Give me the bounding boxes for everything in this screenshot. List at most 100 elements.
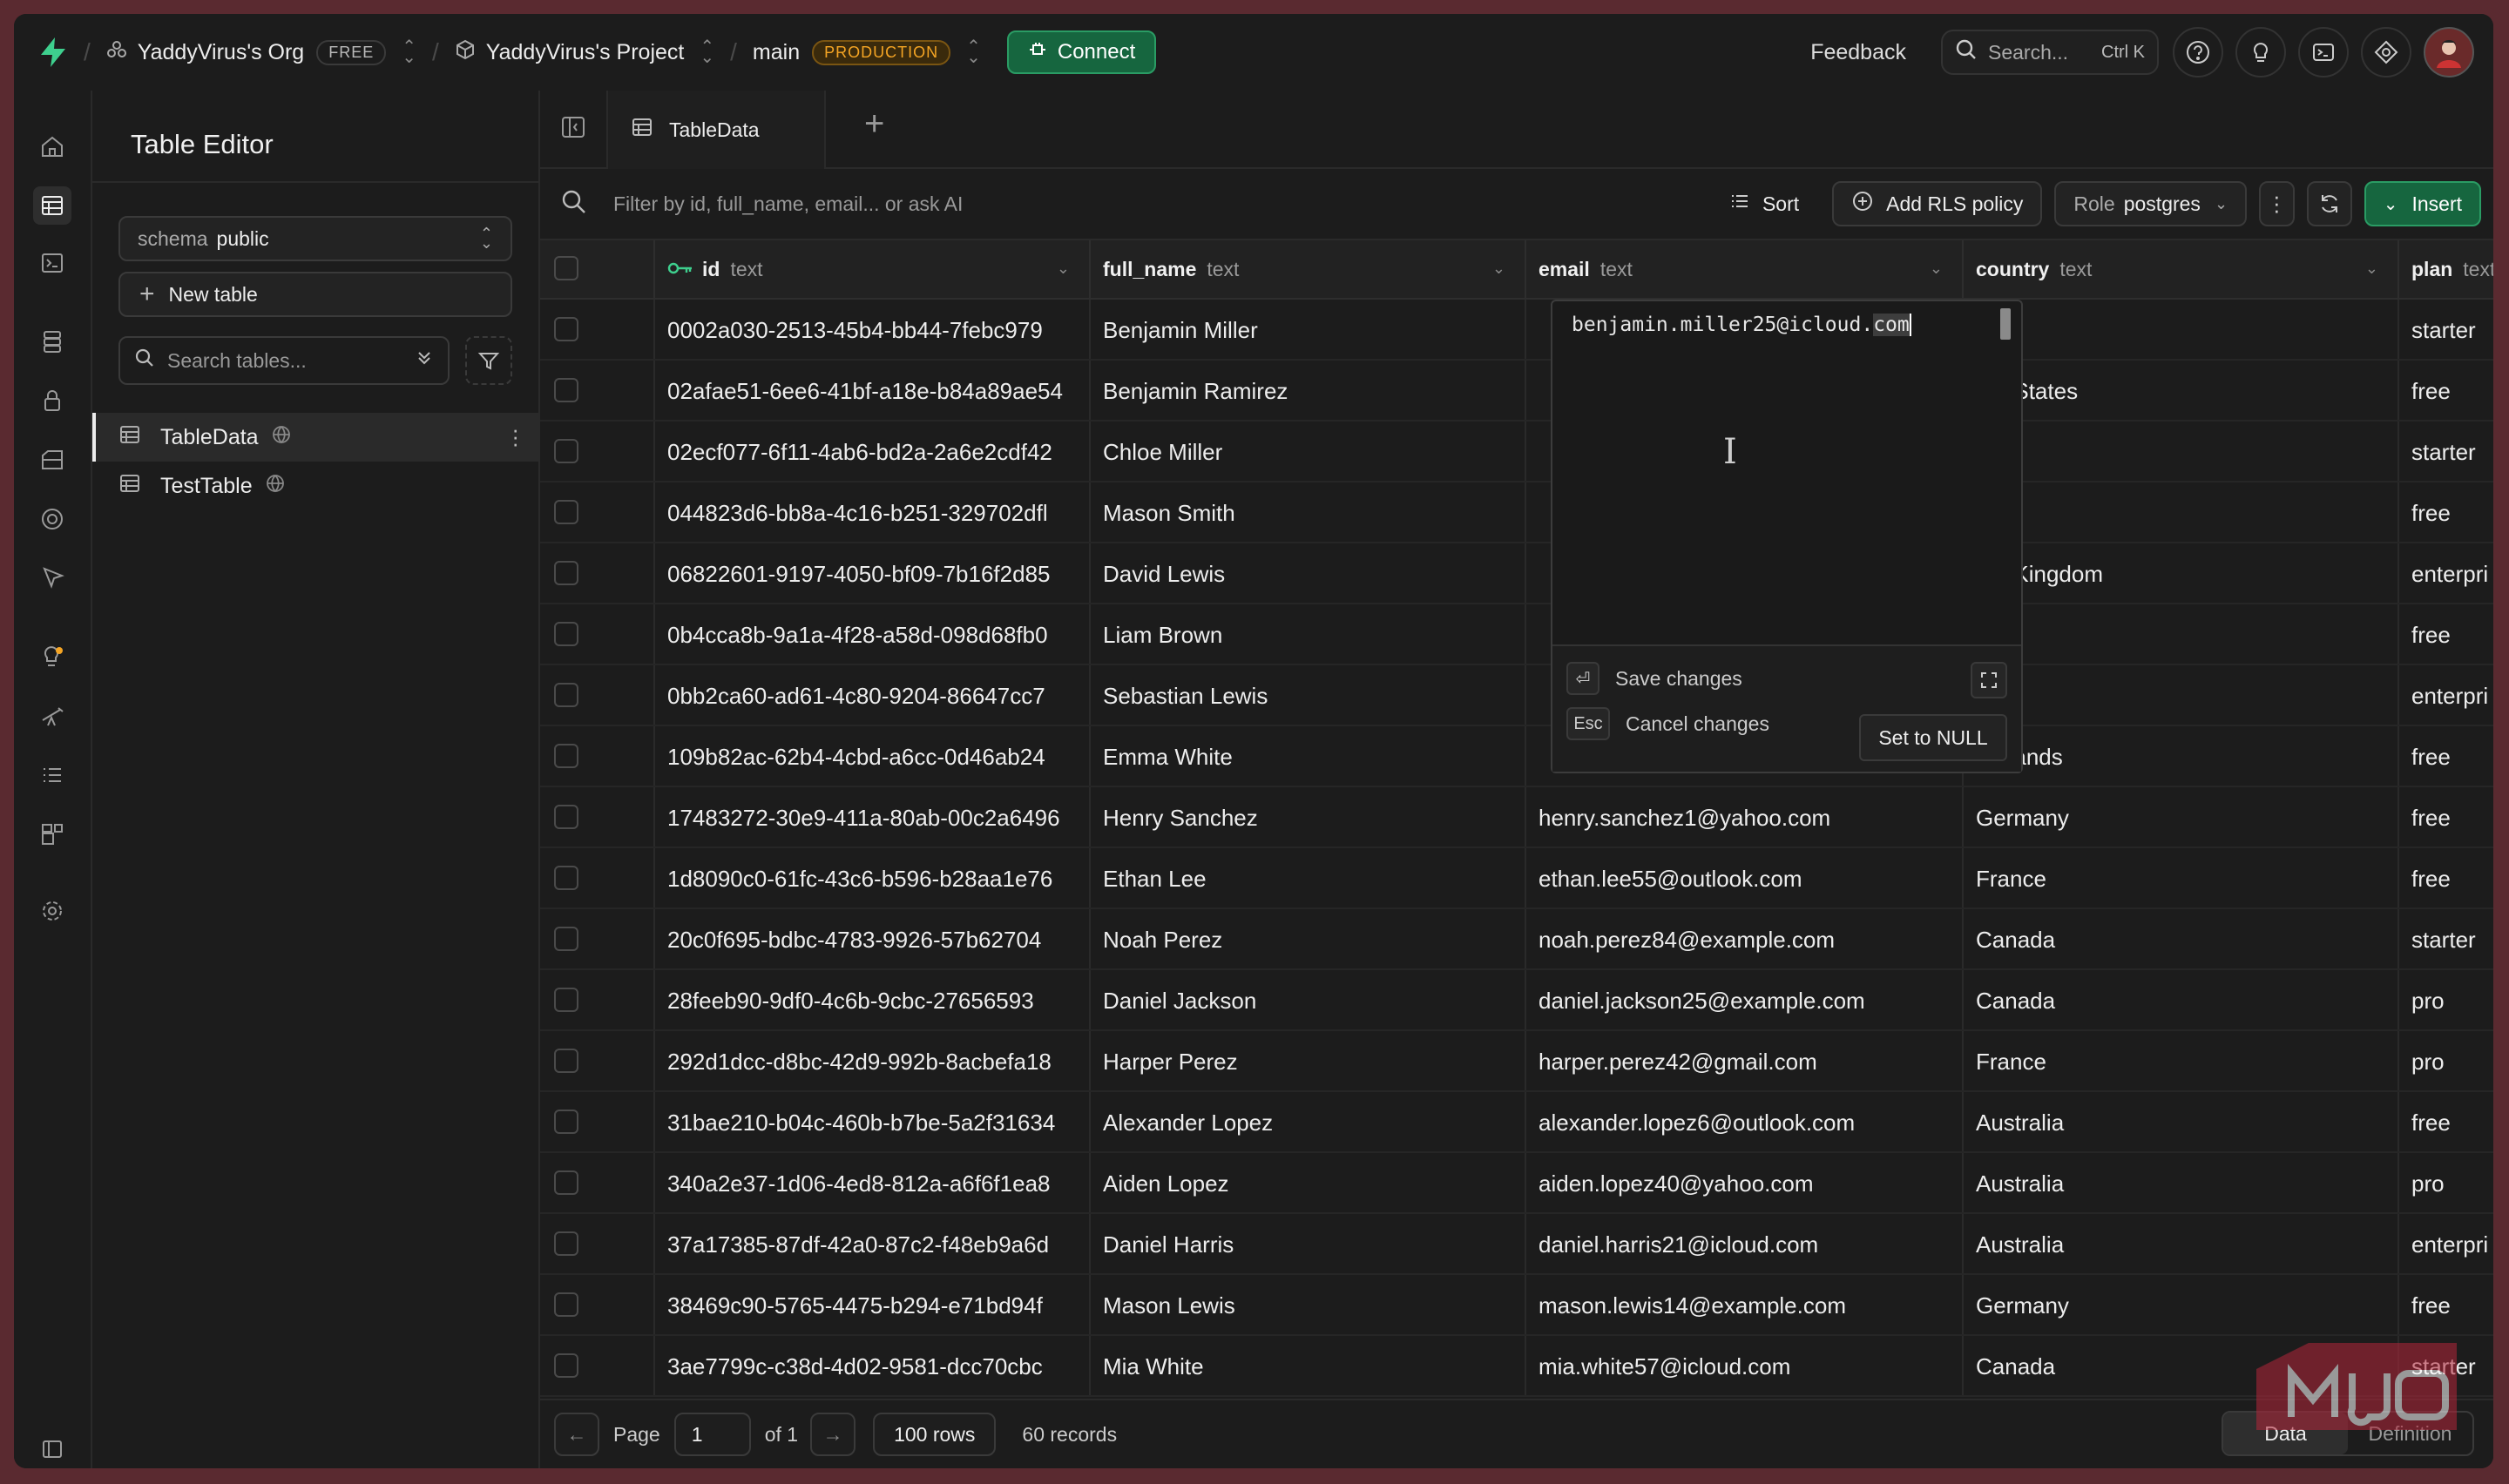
cell-country[interactable]: Australia bbox=[1964, 1153, 2399, 1214]
cell-plan[interactable]: pro bbox=[2399, 1153, 2493, 1214]
more-vertical-icon[interactable]: · · · bbox=[511, 418, 519, 455]
cell-id[interactable]: 02ecf077-6f11-4ab6-bd2a-2a6e2cdf42 bbox=[655, 422, 1091, 482]
logs-icon[interactable] bbox=[33, 756, 71, 794]
cell-email[interactable]: daniel.jackson25@example.com bbox=[1526, 970, 1964, 1031]
cell-id[interactable]: 1d8090c0-61fc-43c6-b596-b28aa1e76 bbox=[655, 848, 1091, 909]
expand-icon[interactable] bbox=[1971, 662, 2007, 698]
chevron-down-icon[interactable]: ⌄ bbox=[1057, 260, 1070, 278]
save-changes-button[interactable]: Save changes bbox=[1615, 667, 1742, 691]
cell-full-name[interactable]: Chloe Miller bbox=[1091, 422, 1526, 482]
cell-full-name[interactable]: Emma White bbox=[1091, 726, 1526, 787]
lightbulb-icon[interactable] bbox=[2235, 27, 2286, 78]
insert-button[interactable]: ⌄ Insert bbox=[2364, 181, 2481, 226]
cell-country[interactable]: France bbox=[1964, 1031, 2399, 1092]
next-page-arrow-icon[interactable]: → bbox=[810, 1413, 856, 1456]
cell-full-name[interactable]: Mia White bbox=[1091, 1336, 1526, 1397]
help-icon[interactable] bbox=[2173, 27, 2223, 78]
settings-gear-icon[interactable] bbox=[33, 892, 71, 930]
cell-plan[interactable]: starter bbox=[2399, 300, 2493, 361]
tab-tabledata[interactable]: TableData bbox=[606, 91, 826, 169]
integrations-icon[interactable] bbox=[33, 815, 71, 853]
select-all-checkbox[interactable] bbox=[554, 256, 578, 280]
terminal-icon[interactable] bbox=[2298, 27, 2349, 78]
cell-id[interactable]: 20c0f695-bdbc-4783-9926-57b62704 bbox=[655, 909, 1091, 970]
connect-button[interactable]: Connect bbox=[1006, 30, 1157, 74]
global-search[interactable]: Search... Ctrl K bbox=[1941, 30, 2159, 75]
cell-id[interactable]: 28feeb90-9df0-4c6b-9cbc-27656593 bbox=[655, 970, 1091, 1031]
cell-country[interactable]: pan bbox=[1964, 482, 2399, 543]
cell-full-name[interactable]: Mason Smith bbox=[1091, 482, 1526, 543]
role-selector[interactable]: Role postgres ⌄ bbox=[2054, 181, 2248, 226]
cell-id[interactable]: 06822601-9197-4050-bf09-7b16f2d85 bbox=[655, 543, 1091, 604]
sort-button[interactable]: Sort bbox=[1729, 191, 1799, 217]
column-header-id[interactable]: id text ⌄ bbox=[655, 240, 1091, 298]
chevron-down-icon[interactable]: ⌄ bbox=[1492, 260, 1505, 278]
cell-full-name[interactable]: Benjamin Ramirez bbox=[1091, 361, 1526, 422]
cell-full-name[interactable]: Liam Brown bbox=[1091, 604, 1526, 665]
advisors-icon[interactable] bbox=[33, 637, 71, 676]
column-header-full-name[interactable]: full_name text ⌄ bbox=[1091, 240, 1526, 298]
cell-country[interactable]: ia bbox=[1964, 604, 2399, 665]
table-item-tabledata[interactable]: TableData · · · bbox=[92, 413, 538, 462]
cell-id[interactable]: 340a2e37-1d06-4ed8-812a-a6f6f1ea8 bbox=[655, 1153, 1091, 1214]
auth-lock-icon[interactable] bbox=[33, 381, 71, 420]
edge-functions-icon[interactable] bbox=[33, 500, 71, 538]
cell-id[interactable]: 0002a030-2513-45b4-bb44-7febc979 bbox=[655, 300, 1091, 361]
page-number-input[interactable]: 1 bbox=[673, 1413, 751, 1456]
schema-selector[interactable]: schema public ⌃ ⌄ bbox=[118, 216, 512, 261]
cell-country[interactable]: zil bbox=[1964, 422, 2399, 482]
cell-plan[interactable]: pro bbox=[2399, 1031, 2493, 1092]
rows-per-page-select[interactable]: 100 rows bbox=[873, 1413, 997, 1456]
cell-country[interactable]: zil bbox=[1964, 300, 2399, 361]
project-switcher[interactable]: YaddyVirus's Project ⌃ ⌄ bbox=[455, 38, 714, 66]
cell-country[interactable]: Germany bbox=[1964, 787, 2399, 848]
cell-id[interactable]: 31bae210-b04c-460b-b7be-5a2f31634 bbox=[655, 1092, 1091, 1153]
cell-full-name[interactable]: Daniel Jackson bbox=[1091, 970, 1526, 1031]
cell-plan[interactable]: enterpri bbox=[2399, 1214, 2493, 1275]
cell-plan[interactable]: free bbox=[2399, 726, 2493, 787]
cell-id[interactable]: 044823d6-bb8a-4c16-b251-329702dfl bbox=[655, 482, 1091, 543]
cell-country[interactable]: Canada bbox=[1964, 909, 2399, 970]
cell-plan[interactable]: free bbox=[2399, 482, 2493, 543]
chevron-down-icon[interactable]: ⌄ bbox=[2365, 260, 2378, 278]
cell-plan[interactable]: enterpri bbox=[2399, 665, 2493, 726]
cell-id[interactable]: 109b82ac-62b4-4cbd-a6cc-0d46ab24 bbox=[655, 726, 1091, 787]
table-editor-icon[interactable] bbox=[33, 186, 71, 225]
refresh-icon[interactable] bbox=[2306, 181, 2352, 226]
new-table-button[interactable]: + New table bbox=[118, 272, 512, 317]
set-to-null-button[interactable]: Set to NULL bbox=[1859, 714, 2007, 761]
cell-country[interactable]: Australia bbox=[1964, 1092, 2399, 1153]
cancel-changes-button[interactable]: Cancel changes bbox=[1626, 712, 1769, 736]
reports-icon[interactable] bbox=[33, 697, 71, 735]
cell-plan[interactable]: enterpri bbox=[2399, 543, 2493, 604]
chevron-down-icon[interactable]: ⌄ bbox=[1930, 260, 1943, 278]
cell-country[interactable]: pan bbox=[1964, 665, 2399, 726]
cell-full-name[interactable]: Henry Sanchez bbox=[1091, 787, 1526, 848]
add-rls-policy-button[interactable]: Add RLS policy bbox=[1832, 181, 2043, 226]
cell-editor-textarea[interactable]: benjamin.miller25@icloud.com bbox=[1572, 314, 1911, 336]
cell-full-name[interactable]: Alexander Lopez bbox=[1091, 1092, 1526, 1153]
cell-country[interactable]: Canada bbox=[1964, 970, 2399, 1031]
cell-plan[interactable]: pro bbox=[2399, 970, 2493, 1031]
cell-country[interactable]: France bbox=[1964, 848, 2399, 909]
cell-id[interactable]: 38469c90-5765-4475-b294-e71bd94f bbox=[655, 1275, 1091, 1336]
cell-full-name[interactable]: Noah Perez bbox=[1091, 909, 1526, 970]
cell-plan[interactable]: free bbox=[2399, 1092, 2493, 1153]
cell-id[interactable]: 17483272-30e9-411a-80ab-00c2a6496 bbox=[655, 787, 1091, 848]
cell-full-name[interactable]: Mason Lewis bbox=[1091, 1275, 1526, 1336]
editor-scrollbar[interactable] bbox=[2000, 308, 2011, 340]
cell-email[interactable]: mia.white57@icloud.com bbox=[1526, 1336, 1964, 1397]
cell-email[interactable]: harper.perez42@gmail.com bbox=[1526, 1031, 1964, 1092]
supabase-logo-icon[interactable] bbox=[38, 37, 68, 68]
prev-page-arrow-icon[interactable]: ← bbox=[554, 1413, 599, 1456]
cell-full-name[interactable]: Benjamin Miller bbox=[1091, 300, 1526, 361]
cell-id[interactable]: 292d1dcc-d8bc-42d9-992b-8acbefa18 bbox=[655, 1031, 1091, 1092]
cell-id[interactable]: 0bb2ca60-ad61-4c80-9204-86647cc7 bbox=[655, 665, 1091, 726]
cell-country[interactable]: herlands bbox=[1964, 726, 2399, 787]
cell-email[interactable]: alexander.lopez6@outlook.com bbox=[1526, 1092, 1964, 1153]
column-header-email[interactable]: email text ⌄ bbox=[1526, 240, 1964, 298]
toggle-sidebar-icon[interactable] bbox=[559, 113, 587, 145]
cell-email[interactable]: henry.sanchez1@yahoo.com bbox=[1526, 787, 1964, 848]
cell-full-name[interactable]: Ethan Lee bbox=[1091, 848, 1526, 909]
cell-email[interactable]: mason.lewis14@example.com bbox=[1526, 1275, 1964, 1336]
